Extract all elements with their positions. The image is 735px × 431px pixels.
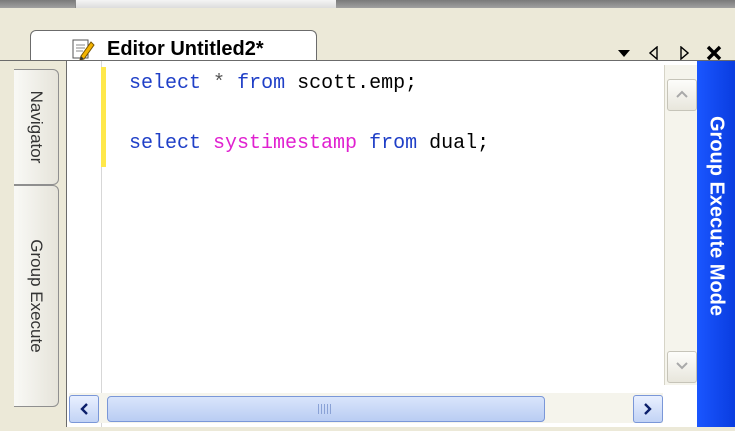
editor-gutter [67, 61, 102, 427]
sql-editor[interactable]: select * from scott.emp; select systimes… [66, 61, 698, 427]
sql-keyword: from [237, 72, 286, 95]
side-tab-navigator-label: Navigator [27, 90, 46, 164]
changed-lines-marker [101, 67, 106, 167]
sql-keyword: select [129, 132, 202, 155]
scroll-thumb-grip [318, 404, 332, 414]
code-line[interactable]: select systimestamp from dual; [129, 129, 489, 159]
group-execute-mode-label: Group Execute Mode [705, 115, 728, 317]
side-tab-group-execute-label: Group Execute [27, 239, 46, 353]
window-top-strip-highlight [75, 0, 336, 8]
sql-keyword: select [129, 72, 202, 95]
code-area[interactable]: select * from scott.emp; select systimes… [129, 69, 489, 159]
group-execute-mode-panel[interactable]: Group Execute Mode [697, 61, 735, 427]
code-line[interactable]: select * from scott.emp; [129, 69, 489, 99]
chevron-left-icon [80, 403, 88, 415]
sql-keyword: from [369, 132, 418, 155]
left-side-tab-rail: Navigator Group Execute [0, 61, 66, 431]
scroll-up-button[interactable] [667, 79, 697, 111]
code-line[interactable] [129, 99, 489, 129]
tab-title: Editor Untitled2* [107, 38, 264, 60]
chevron-down-icon [676, 362, 688, 370]
scroll-right-button[interactable] [633, 395, 663, 423]
sql-identifier: scott.emp; [285, 72, 418, 95]
side-tab-group-execute[interactable]: Group Execute [14, 185, 59, 407]
sql-identifier: dual; [417, 132, 490, 155]
document-edit-icon [71, 37, 95, 61]
sql-function: systimestamp [213, 132, 358, 155]
horizontal-scrollbar[interactable] [69, 393, 663, 423]
chevron-right-icon [644, 403, 652, 415]
sql-operator: * [213, 72, 226, 95]
side-tab-navigator[interactable]: Navigator [14, 69, 59, 185]
editor-tab-bar: Editor Untitled2* [0, 8, 735, 69]
scroll-left-button[interactable] [69, 395, 99, 423]
window-bottom-strip [66, 427, 735, 431]
vertical-scrollbar[interactable] [664, 65, 697, 385]
scroll-down-button[interactable] [667, 351, 697, 383]
chevron-up-icon [676, 90, 688, 98]
horizontal-scroll-thumb[interactable] [107, 396, 545, 422]
